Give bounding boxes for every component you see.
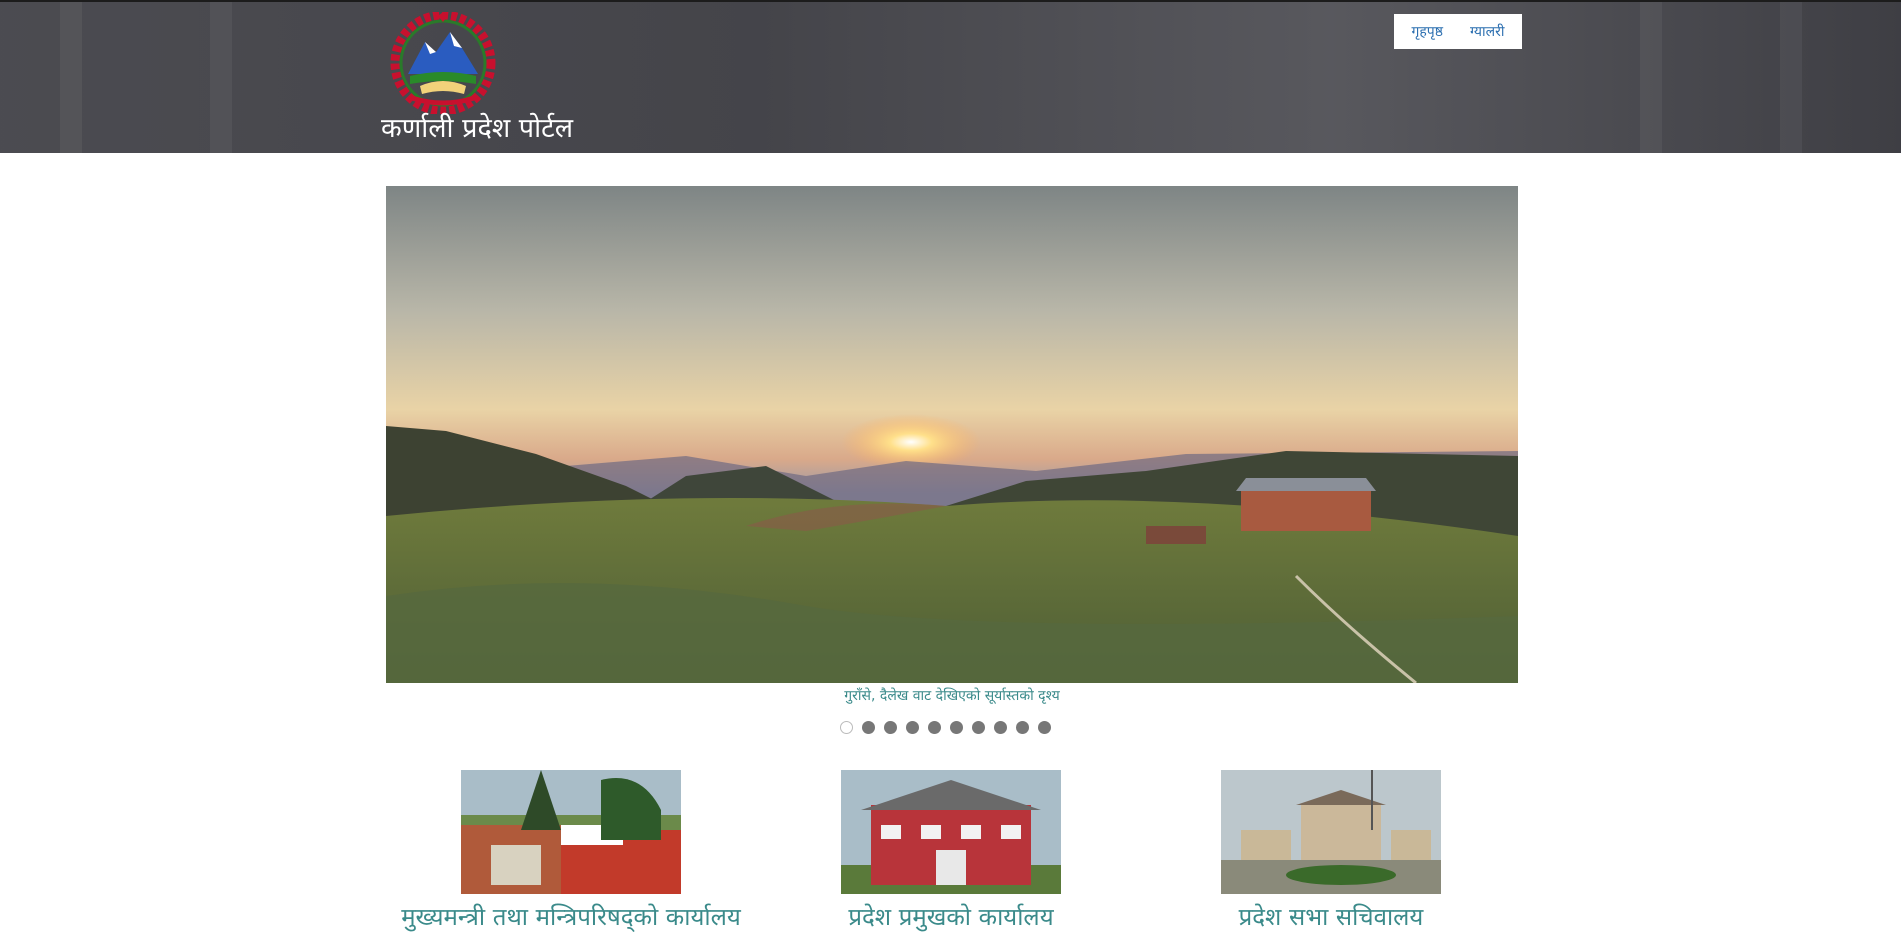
office-title[interactable]: मुख्यमन्त्री तथा मन्त्रिपरिषद्को कार्याल… <box>381 900 761 933</box>
nepal-emblem-logo[interactable] <box>380 12 506 114</box>
image-slider[interactable] <box>386 186 1518 683</box>
slider-dot[interactable] <box>862 721 875 734</box>
slider-dot[interactable] <box>1038 721 1051 734</box>
slider-dot[interactable] <box>884 721 897 734</box>
slider-dot[interactable] <box>994 721 1007 734</box>
header-background-decor <box>210 2 232 153</box>
slider-dot[interactable] <box>972 721 985 734</box>
slider-dot[interactable] <box>840 721 853 734</box>
office-photo-assembly <box>1221 770 1441 894</box>
top-nav: गृहपृष्ठ ग्यालरी <box>1394 14 1522 49</box>
slider-dot[interactable] <box>950 721 963 734</box>
slider-pagination <box>840 721 1051 734</box>
office-title[interactable]: प्रदेश प्रमुखको कार्यालय <box>761 900 1141 933</box>
slider-dot[interactable] <box>906 721 919 734</box>
office-photo-governor <box>841 770 1061 894</box>
office-card-governor[interactable]: प्रदेश प्रमुखको कार्यालय <box>761 770 1141 933</box>
slider-dot[interactable] <box>1016 721 1029 734</box>
slide-image-sunset <box>386 186 1518 683</box>
site-header: कर्णाली प्रदेश पोर्टल गृहपृष्ठ ग्यालरी <box>0 0 1901 153</box>
nav-link-home[interactable]: गृहपृष्ठ <box>1411 22 1443 41</box>
nav-link-gallery[interactable]: ग्यालरी <box>1470 22 1505 41</box>
slide-caption: गुराँसे, दैलेख वाट देखिएको सूर्यास्तको द… <box>844 688 1060 704</box>
header-background-decor <box>1640 2 1662 153</box>
office-photo-chief-minister <box>461 770 681 894</box>
slider-dot[interactable] <box>928 721 941 734</box>
office-title[interactable]: प्रदेश सभा सचिवालय <box>1141 900 1521 933</box>
header-background-decor <box>1780 2 1802 153</box>
office-card-chief-minister[interactable]: मुख्यमन्त्री तथा मन्त्रिपरिषद्को कार्याल… <box>381 770 761 933</box>
header-background-decor <box>60 2 82 153</box>
site-title: कर्णाली प्रदेश पोर्टल <box>381 113 574 144</box>
office-card-assembly[interactable]: प्रदेश सभा सचिवालय <box>1141 770 1521 933</box>
